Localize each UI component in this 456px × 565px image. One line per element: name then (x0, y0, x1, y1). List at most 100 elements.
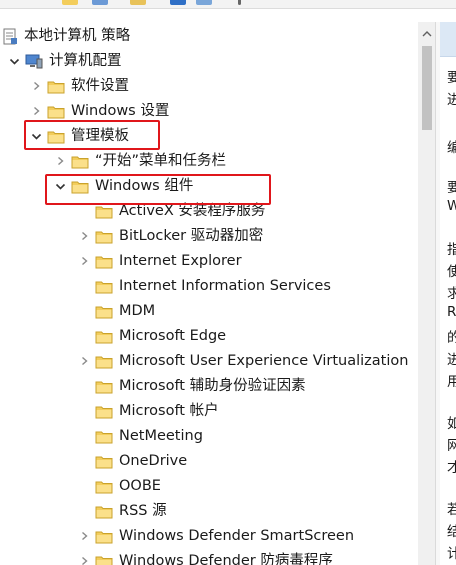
tree-item-label: 管理模板 (71, 128, 129, 144)
forward-icon[interactable] (26, 0, 42, 5)
tree-item-label: Microsoft 辅助身份验证因素 (119, 378, 306, 394)
scrollbar-thumb[interactable] (422, 46, 432, 130)
description-text-fragment: 编 (447, 140, 456, 156)
chevron-down-icon[interactable] (29, 132, 43, 141)
tree-item-smartscreen[interactable]: Windows Defender SmartScreen (77, 524, 354, 548)
tree-item-windows-settings[interactable]: Windows 设置 (29, 99, 169, 123)
scroll-up-icon[interactable] (420, 26, 434, 40)
tree-item-netmeeting[interactable]: NetMeeting (77, 424, 203, 448)
folder-icon (47, 79, 65, 94)
tree-item-label: MDM (119, 303, 156, 319)
description-text-fragment: R (447, 304, 456, 320)
chevron-right-icon[interactable] (77, 556, 91, 565)
tree-item-iis[interactable]: Internet Information Services (77, 274, 331, 298)
description-text-fragment: 用 (447, 374, 456, 390)
folder-icon (95, 554, 113, 565)
tree-item-label: Windows Defender 防病毒程序 (119, 553, 333, 565)
tree-item-label: OOBE (119, 478, 161, 494)
toolbar (0, 0, 456, 9)
chevron-right-icon[interactable] (77, 256, 91, 266)
chevron-down-icon[interactable] (53, 182, 67, 191)
tree-item-onedrive[interactable]: OneDrive (77, 449, 187, 473)
tree-item-local-computer-policy[interactable]: 本地计算机 策略 (2, 24, 130, 48)
tree-item-label: “开始”菜单和任务栏 (95, 153, 227, 169)
tree-item-bitlocker[interactable]: BitLocker 驱动器加密 (77, 224, 263, 248)
description-text-fragment: 若 (447, 502, 456, 518)
tree-item-label: Windows 组件 (95, 178, 194, 194)
folder-icon (47, 104, 65, 119)
tree-item-label: 软件设置 (71, 78, 129, 94)
folder-icon (95, 479, 113, 494)
tree-item-label: OneDrive (119, 453, 188, 469)
tree-item-administrative-templates[interactable]: 管理模板 (29, 124, 129, 148)
filter-icon[interactable] (238, 0, 241, 5)
folder-icon (95, 454, 113, 469)
description-text-fragment: 的 (447, 330, 456, 346)
folder-icon (71, 179, 89, 194)
folder-icon (95, 204, 113, 219)
tree-item-rss[interactable]: RSS 源 (77, 499, 167, 523)
chevron-right-icon[interactable] (77, 531, 91, 541)
folder-icon (95, 354, 113, 369)
description-text-fragment: 计 (447, 546, 456, 562)
chevron-right-icon[interactable] (29, 81, 43, 91)
description-text-fragment: 使 (447, 264, 456, 280)
folder-up-icon[interactable] (62, 0, 78, 5)
show-tree-icon[interactable] (92, 0, 108, 5)
tree-item-oobe[interactable]: OOBE (77, 474, 161, 498)
description-text-fragment: 指 (447, 242, 456, 258)
tree-item-label: 计算机配置 (49, 53, 122, 69)
tree-item-label: NetMeeting (119, 428, 203, 444)
tree-item-label: Microsoft 帐户 (119, 403, 219, 419)
folder-icon (47, 129, 65, 144)
description-text-fragment: 网 (447, 438, 456, 454)
tree-item-computer-configuration[interactable]: 计算机配置 (7, 49, 122, 73)
folder-icon (71, 154, 89, 169)
tree-item-label: Windows Defender SmartScreen (119, 528, 355, 544)
folder-icon (95, 404, 113, 419)
folder-icon (95, 529, 113, 544)
policy-doc-icon (2, 28, 18, 45)
tree-item-label: BitLocker 驱动器加密 (119, 228, 264, 244)
description-text-fragment: 求 (447, 286, 456, 302)
tree-item-label: 本地计算机 策略 (24, 28, 131, 44)
tree-item-label: Windows 设置 (71, 103, 170, 119)
description-text-fragment: 进 (447, 352, 456, 368)
folder-icon (95, 429, 113, 444)
description-text-fragment: 要 (447, 180, 456, 196)
tree-item-software-settings[interactable]: 软件设置 (29, 74, 129, 98)
tree-item-microsoft-edge[interactable]: Microsoft Edge (77, 324, 226, 348)
export-icon[interactable] (130, 0, 146, 5)
tree-item-start-menu-taskbar[interactable]: “开始”菜单和任务栏 (53, 149, 226, 173)
policy-tree: 本地计算机 策略计算机配置软件设置 Windows 设置 管理模板 “开始”菜单和任务… (0, 24, 418, 565)
description-text-fragment: 要 (447, 70, 456, 86)
description-text-fragment: 结 (447, 524, 456, 540)
chevron-right-icon[interactable] (77, 356, 91, 366)
tree-item-label: ActiveX 安装程序服务 (119, 203, 266, 219)
folder-icon (95, 504, 113, 519)
tree-item-defender-antivirus[interactable]: Windows Defender 防病毒程序 (77, 549, 333, 565)
tree-item-activex-installer[interactable]: ActiveX 安装程序服务 (77, 199, 265, 223)
chevron-right-icon[interactable] (29, 106, 43, 116)
folder-icon (95, 254, 113, 269)
properties-icon[interactable] (196, 0, 212, 5)
help-icon[interactable] (170, 0, 186, 5)
folder-icon (95, 304, 113, 319)
tree-item-ue-v[interactable]: Microsoft User Experience Virtualization (77, 349, 408, 373)
tree-item-microsoft-account[interactable]: Microsoft 帐户 (77, 399, 219, 423)
chevron-right-icon[interactable] (77, 231, 91, 241)
tree-item-label: RSS 源 (119, 503, 167, 519)
description-pane: 要进编要W指使求R的进用如网才若结计 (440, 22, 456, 565)
folder-icon (95, 379, 113, 394)
chevron-right-icon[interactable] (53, 156, 67, 166)
description-text-fragment: W (447, 198, 456, 214)
tree-item-mdm[interactable]: MDM (77, 299, 155, 323)
tree-item-windows-components[interactable]: Windows 组件 (53, 174, 193, 198)
description-text-fragment: 进 (447, 92, 456, 108)
tree-item-secondary-auth[interactable]: Microsoft 辅助身份验证因素 (77, 374, 306, 398)
tree-item-internet-explorer[interactable]: Internet Explorer (77, 249, 242, 273)
chevron-down-icon[interactable] (7, 57, 21, 66)
tree-item-label: Microsoft Edge (119, 328, 227, 344)
back-icon[interactable] (6, 0, 22, 5)
tree-item-label: Internet Information Services (119, 278, 331, 294)
